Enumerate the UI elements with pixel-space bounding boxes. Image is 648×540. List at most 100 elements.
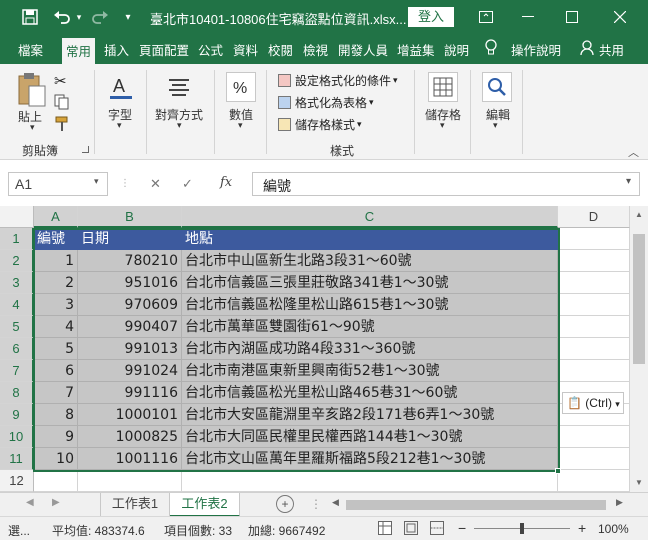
table-header-cell[interactable]: 地點 bbox=[182, 228, 558, 250]
table-cell[interactable]: 990407 bbox=[78, 316, 182, 338]
table-cell[interactable]: 5 bbox=[34, 338, 78, 360]
paste-options-button[interactable]: 📋 (Ctrl) ▾ bbox=[562, 392, 624, 414]
table-cell[interactable]: 3 bbox=[34, 294, 78, 316]
conditional-formatting-button[interactable]: 設定格式化的條件 ▾ bbox=[278, 72, 398, 89]
column-header-c[interactable]: C bbox=[182, 206, 558, 228]
maximize-icon[interactable] bbox=[552, 0, 592, 34]
tab-addins[interactable]: 增益集 bbox=[397, 40, 435, 59]
select-all-corner[interactable] bbox=[0, 206, 34, 228]
column-header-a[interactable]: A bbox=[34, 206, 78, 228]
normal-view-icon[interactable] bbox=[378, 521, 392, 538]
column-header-b[interactable]: B bbox=[78, 206, 182, 228]
table-cell[interactable]: 1000825 bbox=[78, 426, 182, 448]
share-button[interactable]: 共用 bbox=[599, 40, 624, 59]
empty-cell[interactable] bbox=[78, 470, 182, 492]
empty-cell[interactable] bbox=[558, 250, 630, 272]
tab-splitter-icon[interactable]: ⋮ bbox=[310, 497, 322, 511]
row-header[interactable]: 11 bbox=[0, 448, 34, 470]
row-header[interactable]: 12 bbox=[0, 470, 34, 492]
row-header[interactable]: 4 bbox=[0, 294, 34, 316]
tab-insert[interactable]: 插入 bbox=[104, 40, 129, 59]
font-dropdown-icon[interactable]: ▾ bbox=[117, 120, 122, 131]
row-header[interactable]: 10 bbox=[0, 426, 34, 448]
format-as-table-button[interactable]: 格式化為表格 ▾ bbox=[278, 94, 374, 111]
copy-icon[interactable] bbox=[54, 94, 70, 113]
share-icon[interactable] bbox=[580, 40, 594, 59]
search-icon[interactable] bbox=[482, 72, 512, 102]
scroll-left-icon[interactable]: ◀ bbox=[332, 497, 339, 508]
page-break-view-icon[interactable] bbox=[430, 521, 444, 538]
name-box[interactable]: A1 bbox=[8, 172, 108, 196]
table-cell[interactable]: 台北市內湖區成功路4段331～360號 bbox=[182, 338, 558, 360]
editing-button[interactable]: 編輯 bbox=[486, 106, 510, 123]
scroll-down-icon[interactable]: ▼ bbox=[635, 478, 643, 487]
number-dropdown-icon[interactable]: ▾ bbox=[238, 120, 243, 131]
undo-icon[interactable] bbox=[50, 8, 74, 26]
insert-function-icon[interactable]: fx bbox=[220, 175, 232, 190]
tab-help[interactable]: 說明 bbox=[444, 40, 469, 59]
editing-dropdown-icon[interactable]: ▾ bbox=[493, 120, 498, 131]
customize-toolbar-icon[interactable]: ▾ bbox=[122, 8, 134, 26]
row-header[interactable]: 8 bbox=[0, 382, 34, 404]
table-header-cell[interactable]: 日期 bbox=[78, 228, 182, 250]
table-cell[interactable]: 1000101 bbox=[78, 404, 182, 426]
empty-cell[interactable] bbox=[558, 228, 630, 250]
column-header-d[interactable]: D bbox=[558, 206, 630, 228]
tab-page-layout[interactable]: 頁面配置 bbox=[139, 40, 189, 59]
table-cell[interactable]: 991116 bbox=[78, 382, 182, 404]
lightbulb-icon[interactable] bbox=[484, 39, 498, 60]
table-cell[interactable]: 1 bbox=[34, 250, 78, 272]
zoom-in-icon[interactable]: + bbox=[578, 520, 586, 536]
cut-icon[interactable]: ✂ bbox=[54, 72, 67, 90]
empty-cell[interactable] bbox=[558, 360, 630, 382]
horizontal-scrollbar[interactable]: ◀ ▶ bbox=[330, 497, 630, 513]
empty-cell[interactable] bbox=[558, 294, 630, 316]
row-header[interactable]: 5 bbox=[0, 316, 34, 338]
table-cell[interactable]: 台北市中山區新生北路3段31～60號 bbox=[182, 250, 558, 272]
login-button[interactable]: 登入 bbox=[408, 7, 454, 27]
row-header[interactable]: 6 bbox=[0, 338, 34, 360]
row-header[interactable]: 9 bbox=[0, 404, 34, 426]
format-painter-icon[interactable] bbox=[54, 116, 70, 135]
page-layout-view-icon[interactable] bbox=[404, 521, 418, 538]
tell-me-input[interactable]: 操作說明 bbox=[511, 40, 561, 59]
table-cell[interactable]: 台北市信義區三張里莊敬路341巷1～30號 bbox=[182, 272, 558, 294]
row-header[interactable]: 3 bbox=[0, 272, 34, 294]
tab-file[interactable]: 檔案 bbox=[18, 40, 43, 59]
zoom-out-icon[interactable]: − bbox=[458, 520, 466, 536]
table-cell[interactable]: 8 bbox=[34, 404, 78, 426]
close-icon[interactable] bbox=[600, 0, 640, 34]
table-cell[interactable]: 台北市大同區民權里民權西路144巷1～30號 bbox=[182, 426, 558, 448]
alignment-icon[interactable] bbox=[164, 72, 194, 102]
table-cell[interactable]: 991013 bbox=[78, 338, 182, 360]
paste-icon[interactable] bbox=[16, 72, 48, 108]
status-count[interactable]: 項目個數: 33 bbox=[164, 522, 232, 539]
empty-cell[interactable] bbox=[558, 272, 630, 294]
tab-view[interactable]: 檢視 bbox=[303, 40, 328, 59]
font-icon[interactable]: A bbox=[106, 72, 136, 102]
table-cell[interactable]: 9 bbox=[34, 426, 78, 448]
undo-dropdown-icon[interactable]: ▾ bbox=[74, 8, 84, 26]
cells-dropdown-icon[interactable]: ▾ bbox=[440, 120, 445, 131]
table-header-cell[interactable]: 編號 bbox=[34, 228, 78, 250]
table-cell[interactable]: 1001116 bbox=[78, 448, 182, 470]
empty-cell[interactable] bbox=[558, 426, 630, 448]
tab-home[interactable]: 常用 bbox=[62, 38, 96, 64]
table-cell[interactable]: 970609 bbox=[78, 294, 182, 316]
scroll-up-icon[interactable]: ▲ bbox=[635, 210, 643, 219]
zoom-slider[interactable] bbox=[474, 523, 570, 534]
table-cell[interactable]: 台北市信義區松光里松山路465巷31～60號 bbox=[182, 382, 558, 404]
name-box-dropdown-icon[interactable]: ▾ bbox=[94, 176, 99, 187]
horizontal-scroll-thumb[interactable] bbox=[346, 500, 606, 510]
sheet-tab-2[interactable]: 工作表2 bbox=[170, 493, 240, 517]
add-sheet-icon[interactable]: + bbox=[276, 495, 294, 513]
sheet-next-icon[interactable]: ▶ bbox=[52, 497, 60, 508]
cancel-icon[interactable]: ✕ bbox=[150, 176, 161, 192]
empty-cell[interactable] bbox=[558, 338, 630, 360]
paste-dropdown-icon[interactable]: ▾ bbox=[30, 122, 35, 133]
save-icon[interactable] bbox=[20, 8, 40, 26]
empty-cell[interactable] bbox=[558, 470, 630, 492]
table-cell[interactable]: 10 bbox=[34, 448, 78, 470]
clipboard-launcher-icon[interactable] bbox=[82, 146, 89, 153]
cell-styles-button[interactable]: 儲存格樣式 ▾ bbox=[278, 116, 362, 133]
